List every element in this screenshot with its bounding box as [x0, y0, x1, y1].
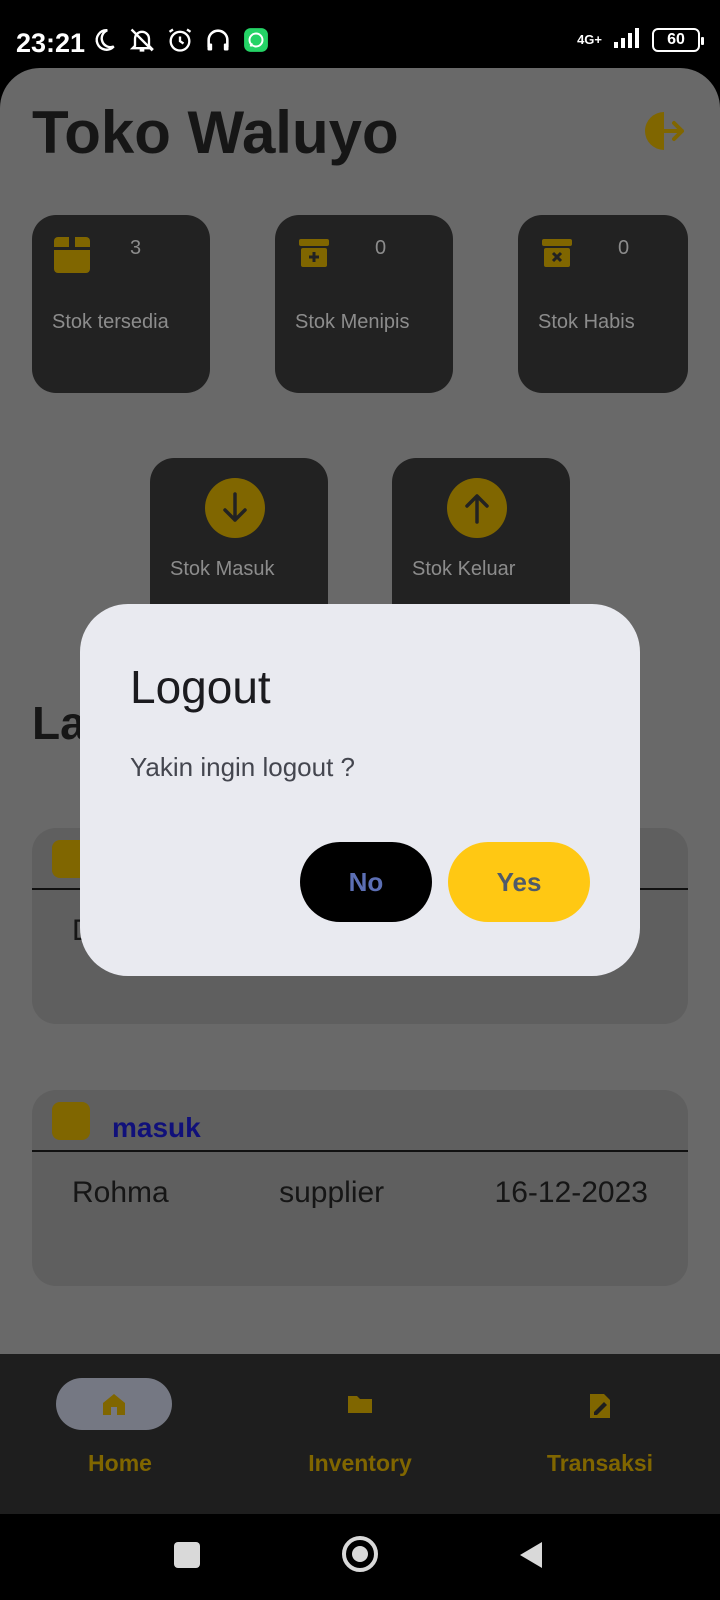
battery-indicator: 60	[652, 27, 704, 52]
nav-label: Inventory	[308, 1450, 412, 1476]
back-button[interactable]	[518, 1540, 544, 1575]
receipt-edit-icon	[586, 1390, 614, 1418]
status-time: 23:21	[16, 28, 86, 58]
arrow-down-circle-icon	[205, 478, 265, 543]
whatsapp-icon	[242, 26, 270, 54]
transaction-name: Rohma	[72, 1176, 169, 1209]
nav-label: Transaksi	[546, 1450, 654, 1476]
status-icons	[90, 26, 270, 54]
box-icon	[54, 235, 90, 280]
network-label: 4G+	[577, 32, 602, 47]
logout-icon[interactable]	[642, 108, 688, 154]
bottom-navigation: Home Inventory Transaksi	[0, 1354, 720, 1514]
transaction-card[interactable]: masuk Rohma supplier 16-12-2023	[32, 1090, 688, 1286]
recents-button[interactable]	[174, 1542, 200, 1568]
nav-label: Home	[88, 1450, 152, 1476]
headphones-icon	[204, 26, 232, 54]
transaction-party: supplier	[279, 1176, 385, 1209]
action-label: Stok Masuk	[170, 558, 275, 580]
divider	[32, 1150, 688, 1152]
stat-card-out[interactable]: 0 Stok Habis	[518, 215, 688, 393]
signal-icon	[612, 26, 642, 53]
stat-count: 3	[130, 237, 142, 259]
page-title: Toko Waluyo	[32, 99, 399, 166]
nav-item-home[interactable]: Home	[0, 1354, 240, 1514]
action-label: Stok Keluar	[412, 558, 516, 580]
no-button[interactable]: No	[300, 842, 432, 922]
transaction-date: 16-12-2023	[494, 1176, 648, 1209]
moon-icon	[90, 26, 118, 54]
dialog-title: Logout	[130, 661, 271, 713]
arrow-up-circle-icon	[447, 478, 507, 543]
stat-label: Stok Menipis	[295, 311, 410, 333]
bell-muted-icon	[128, 26, 156, 54]
stat-card-available[interactable]: 3 Stok tersedia	[32, 215, 210, 393]
status-right: 4G+ 60	[577, 26, 704, 53]
stat-card-low[interactable]: 0 Stok Menipis	[275, 215, 453, 393]
home-button[interactable]	[342, 1536, 378, 1572]
stat-label: Stok Habis	[538, 311, 635, 333]
transaction-type: masuk	[112, 1112, 201, 1143]
transaction-row: Rohma supplier 16-12-2023	[72, 1176, 648, 1210]
gift-icon	[52, 1102, 90, 1140]
home-button-dot	[352, 1546, 368, 1562]
system-navigation-bar	[0, 1514, 720, 1600]
home-icon	[100, 1390, 128, 1418]
status-bar: 23:21 4G+ 60	[0, 0, 720, 70]
dialog-message: Yakin ingin logout ?	[130, 752, 356, 782]
alarm-icon	[166, 26, 194, 54]
archive-x-icon	[542, 239, 572, 272]
nav-item-inventory[interactable]: Inventory	[240, 1354, 480, 1514]
logout-dialog: Logout Yakin ingin logout ? No Yes	[80, 604, 640, 976]
nav-item-transaksi[interactable]: Transaksi	[480, 1354, 720, 1514]
archive-plus-icon	[299, 239, 329, 272]
stat-count: 0	[618, 237, 630, 259]
folder-icon	[346, 1390, 374, 1418]
stat-count: 0	[375, 237, 387, 259]
yes-button[interactable]: Yes	[448, 842, 590, 922]
stat-label: Stok tersedia	[52, 311, 169, 333]
section-title: La	[32, 697, 86, 749]
